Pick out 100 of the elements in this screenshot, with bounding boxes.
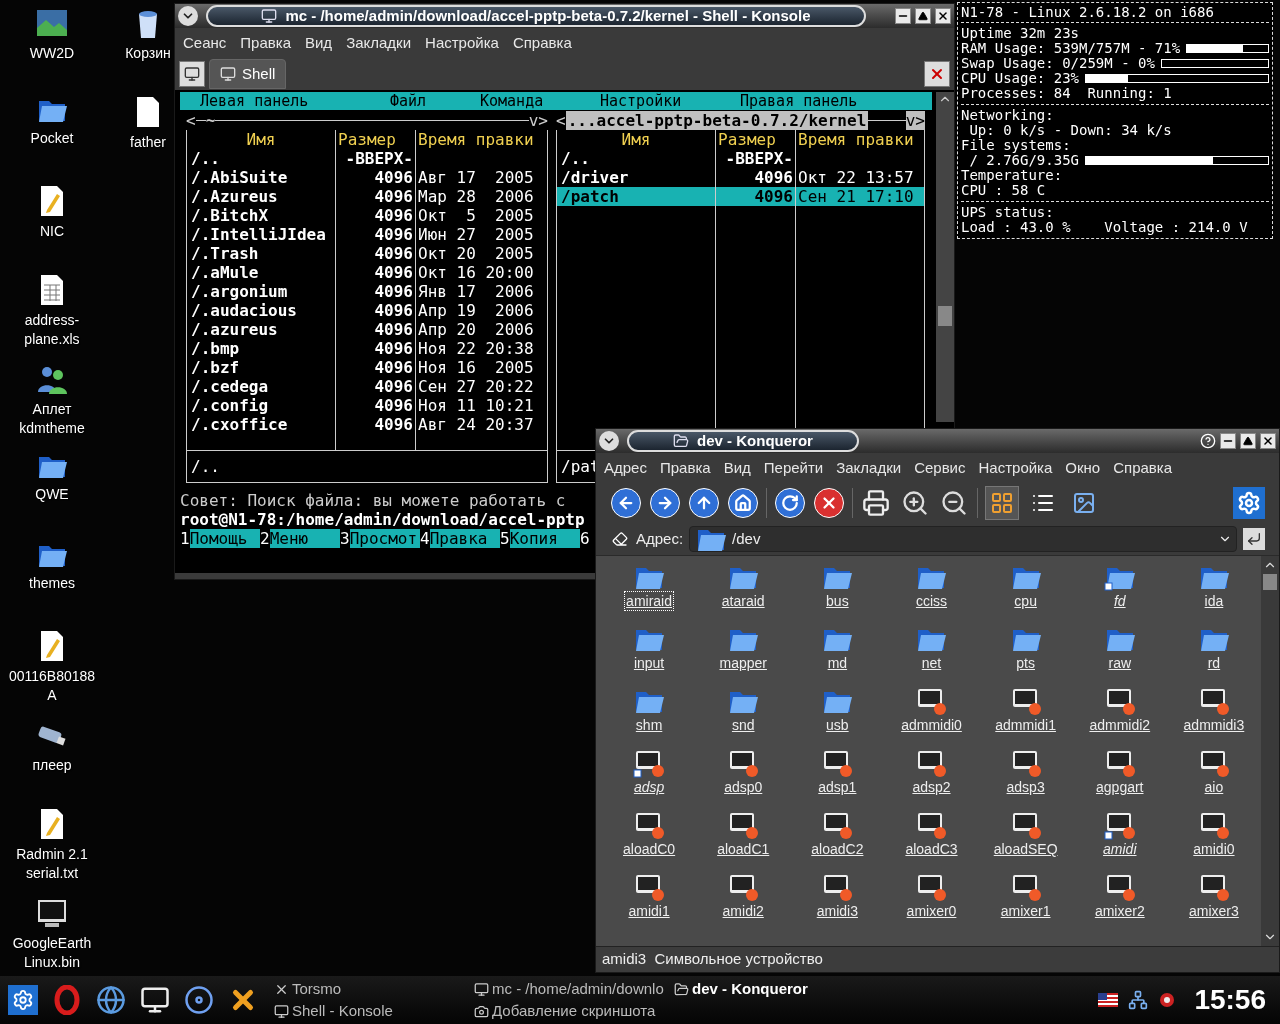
close-button[interactable] <box>1260 433 1276 449</box>
desktop-icon-label[interactable]: Аплет kdmtheme <box>6 400 98 438</box>
file-name[interactable]: net <box>920 654 943 672</box>
function-key[interactable]: Помощь <box>189 529 260 548</box>
file-name[interactable]: md <box>826 654 849 672</box>
clear-location-button[interactable] <box>610 529 630 549</box>
file-name[interactable]: adsp1 <box>817 778 858 796</box>
file-name[interactable]: amixer0 <box>905 902 958 920</box>
desktop-icon-label[interactable]: Radmin 2.1 serial.txt <box>6 845 98 883</box>
forward-button[interactable] <box>649 487 681 519</box>
function-key[interactable]: Правка <box>429 529 500 548</box>
file-name[interactable]: cpu <box>1013 592 1038 610</box>
menu-item[interactable]: Окно <box>1065 456 1101 480</box>
menu-item[interactable]: Закладки <box>836 456 902 480</box>
home-button[interactable] <box>727 487 759 519</box>
new-tab-button[interactable] <box>179 61 205 87</box>
file-name[interactable]: amidi2 <box>721 902 765 920</box>
file-name[interactable]: admmidi3 <box>1182 716 1246 734</box>
maximize-button[interactable] <box>1240 433 1256 449</box>
desktop-icon-label[interactable]: 00116B80188A <box>6 667 98 705</box>
desktop-icon-label[interactable]: NIC <box>39 222 65 241</box>
menu-item[interactable]: Файл <box>390 91 480 111</box>
menu-item[interactable]: Левая панель <box>200 91 390 111</box>
menu-item[interactable]: Сеанс <box>183 31 227 55</box>
menu-item[interactable]: Справка <box>1113 456 1173 480</box>
task-button[interactable]: dev - Konqueror <box>674 978 874 1000</box>
file-name[interactable]: bus <box>825 592 850 610</box>
desktop-icon-label[interactable]: GoogleEarth Linux.bin <box>6 934 98 972</box>
file-name[interactable]: aloadSEQ <box>992 840 1059 858</box>
function-key[interactable]: Меню <box>269 529 340 548</box>
file-name[interactable]: aio <box>1203 778 1225 796</box>
desktop-icon-label[interactable]: плеер <box>32 756 72 775</box>
menu-item[interactable]: Вид <box>723 456 751 480</box>
menu-item[interactable]: Настройка <box>978 456 1053 480</box>
menu-item[interactable]: Правка <box>659 456 711 480</box>
file-name[interactable]: aloadC2 <box>810 840 865 858</box>
file-name[interactable]: aloadC3 <box>904 840 959 858</box>
scrollbar[interactable] <box>1261 556 1279 946</box>
file-name[interactable]: adsp3 <box>1005 778 1046 796</box>
back-button[interactable] <box>610 487 642 519</box>
print-button[interactable] <box>860 487 892 519</box>
close-tab-button[interactable] <box>924 61 950 87</box>
desktop-icon-label[interactable]: Корзин <box>125 44 171 63</box>
file-name[interactable]: aloadC0 <box>622 840 677 858</box>
function-key[interactable]: Просмот <box>349 529 420 548</box>
file-name[interactable]: admmidi1 <box>994 716 1057 734</box>
file-name[interactable]: aloadC1 <box>716 840 771 858</box>
file-name[interactable]: usb <box>825 716 850 734</box>
scrollbar-thumb[interactable] <box>1263 574 1277 590</box>
file-name[interactable]: input <box>632 654 666 672</box>
menu-item[interactable]: Настройка <box>425 31 499 55</box>
file-name[interactable]: shm <box>634 716 664 734</box>
up-button[interactable] <box>688 487 720 519</box>
file-name[interactable]: mapper <box>718 654 768 672</box>
task-button[interactable]: Shell - Konsole <box>274 1000 474 1022</box>
desktop-icon-label[interactable]: WW2D <box>29 44 75 63</box>
reload-button[interactable] <box>774 487 806 519</box>
launcher-button[interactable] <box>6 983 40 1017</box>
menu-item[interactable]: Справка <box>512 31 572 55</box>
scrollbar[interactable] <box>936 92 954 422</box>
tab[interactable]: Shell <box>209 59 287 89</box>
file-name[interactable]: rd <box>1206 654 1222 672</box>
maximize-button[interactable] <box>915 8 931 24</box>
stop-button[interactable] <box>813 487 845 519</box>
file-name[interactable]: admmidi0 <box>900 716 963 734</box>
launcher-button[interactable] <box>94 983 128 1017</box>
icon-view-button[interactable] <box>985 486 1019 520</box>
menu-item[interactable]: Правая панель <box>740 91 910 111</box>
file-name[interactable]: amixer2 <box>1093 902 1146 920</box>
menu-item[interactable]: Закладки <box>346 31 412 55</box>
clock[interactable]: 15:56 <box>1194 986 1266 1014</box>
file-name[interactable]: ataraid <box>720 592 766 610</box>
file-name[interactable]: amidi0 <box>1192 840 1236 858</box>
file-name[interactable]: cciss <box>914 592 949 610</box>
desktop-icon-label[interactable]: Pocket <box>30 129 74 148</box>
file-name[interactable]: amixer3 <box>1188 902 1240 920</box>
file-name[interactable]: adsp2 <box>911 778 952 796</box>
file-name[interactable]: amiraid <box>625 592 673 610</box>
close-button[interactable] <box>935 8 951 24</box>
menu-item[interactable]: Сервис <box>914 456 966 480</box>
task-button[interactable]: mc - /home/admin/downlo <box>474 978 674 1000</box>
window-menu-button[interactable] <box>599 431 619 451</box>
desktop-icon-label[interactable]: address-plane.xls <box>6 311 98 349</box>
function-key[interactable]: Копия <box>509 529 580 548</box>
menu-item[interactable]: Вид <box>305 31 333 55</box>
menu-item[interactable]: Команда <box>480 91 600 111</box>
window-menu-button[interactable] <box>178 6 198 26</box>
file-name[interactable]: ida <box>1203 592 1225 610</box>
desktop-icon-label[interactable]: father <box>130 133 166 152</box>
menu-item[interactable]: Адрес <box>604 456 647 480</box>
location-field[interactable]: /dev <box>689 526 1237 552</box>
menu-item[interactable]: Перейти <box>763 456 824 480</box>
file-name[interactable]: raw <box>1107 654 1133 672</box>
file-name[interactable]: adsp0 <box>723 778 764 796</box>
file-name[interactable]: admmidi2 <box>1088 716 1152 734</box>
task-button[interactable]: Torsmo <box>274 978 474 1000</box>
launcher-button[interactable] <box>182 983 216 1017</box>
file-name[interactable]: agpgart <box>1095 778 1145 796</box>
scrollbar-thumb[interactable] <box>938 306 952 326</box>
desktop-icon-label[interactable]: QWE <box>35 485 69 504</box>
